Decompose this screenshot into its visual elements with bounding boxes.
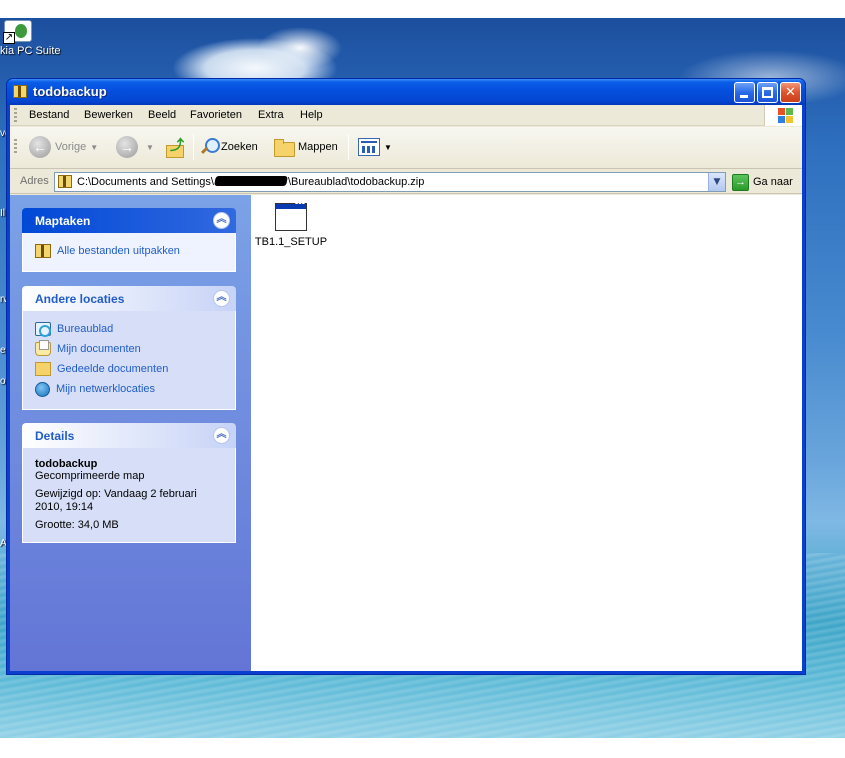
desktop-shortcut-label: kia PC Suite (0, 45, 61, 57)
views-button[interactable]: ▼ (358, 134, 392, 160)
panel-details: Details ︽ todobackup Gecomprimeerde map … (22, 423, 236, 543)
chevron-down-icon: ▼ (146, 142, 154, 152)
standard-toolbar: ← Vorige ▼ → ▼ Zoeken Mappen (10, 127, 802, 169)
panel-other-places: Andere locaties ︽ Bureaublad Mijn docume… (22, 286, 236, 410)
menu-favorieten[interactable]: Favorieten (190, 109, 242, 121)
address-dropdown-button[interactable]: ▼ (708, 173, 725, 191)
go-arrow-icon: → (732, 173, 749, 191)
file-item[interactable]: TB1.1_SETUP (251, 200, 331, 248)
panel-header-details[interactable]: Details ︽ (22, 423, 236, 448)
panel-body: Bureaublad Mijn documenten Gedeelde docu… (22, 311, 236, 410)
back-arrow-icon: ← (29, 136, 51, 158)
panel-title: Andere locaties (35, 292, 125, 306)
details-modified: Gewijzigd op: Vandaag 2 februari 2010, 1… (35, 488, 197, 513)
search-button[interactable]: Zoeken (200, 134, 258, 160)
collapse-chevron-icon[interactable]: ︽ (213, 290, 230, 307)
address-path-start: C:\Documents and Settings\ (77, 176, 214, 188)
details-name: todobackup (35, 458, 98, 470)
panel-maptaken: Maptaken ︽ Alle bestanden uitpakken (22, 208, 236, 272)
forward-button[interactable]: → ▼ (116, 134, 154, 160)
toolbar-separator (348, 134, 349, 160)
desktop-edge-label: Il (0, 208, 5, 219)
place-shared-documents[interactable]: Gedeelde documenten (35, 359, 223, 379)
details-type: Gecomprimeerde map (35, 470, 145, 482)
window-title: todobackup (33, 84, 107, 99)
file-list-pane[interactable]: TB1.1_SETUP (251, 195, 802, 671)
panel-header-other-places[interactable]: Andere locaties ︽ (22, 286, 236, 311)
window-client-area: Bestand Bewerken Beeld Favorieten Extra … (10, 105, 802, 671)
minimize-icon (740, 95, 748, 98)
details-size: Grootte: 34,0 MB (35, 519, 119, 531)
up-folder-button[interactable] (165, 134, 185, 160)
place-label: Bureaublad (57, 323, 114, 335)
windows-logo-icon (764, 105, 802, 126)
zip-folder-icon (13, 85, 27, 98)
back-label: Vorige (55, 141, 87, 153)
address-bar: Adres C:\Documents and Settings\ \Bureaub… (10, 170, 802, 194)
place-desktop[interactable]: Bureaublad (35, 319, 223, 339)
back-button[interactable]: ← Vorige ▼ (29, 134, 98, 160)
close-button[interactable]: ✕ (780, 82, 801, 103)
toolbar-grip[interactable] (14, 108, 17, 123)
zip-folder-icon (35, 244, 51, 258)
menu-bar: Bestand Bewerken Beeld Favorieten Extra … (10, 105, 802, 126)
search-label: Zoeken (221, 141, 258, 153)
folders-label: Mappen (298, 141, 338, 153)
panel-body: todobackup Gecomprimeerde map Gewijzigd … (22, 448, 236, 543)
menu-help[interactable]: Help (300, 109, 323, 121)
address-path: C:\Documents and Settings\ \Bureaublad\to… (77, 176, 424, 188)
search-icon (200, 138, 220, 156)
address-label: Adres (20, 175, 49, 187)
chevron-down-icon: ▼ (384, 142, 392, 152)
folder-icon (35, 362, 51, 376)
task-extract-all[interactable]: Alle bestanden uitpakken (35, 241, 223, 261)
network-globe-icon (35, 381, 50, 397)
collapse-chevron-icon[interactable]: ︽ (213, 427, 230, 444)
desktop-icon (35, 322, 51, 337)
zip-folder-icon (58, 175, 72, 188)
my-documents-icon (35, 340, 51, 356)
toolbar-grip[interactable] (14, 139, 17, 154)
place-my-documents[interactable]: Mijn documenten (35, 339, 223, 359)
place-label: Mijn documenten (57, 343, 141, 355)
toolbar-separator (193, 134, 194, 160)
redacted-username (214, 176, 288, 186)
pc-suite-icon (3, 20, 32, 44)
menu-extra[interactable]: Extra (258, 109, 284, 121)
views-icon (358, 138, 380, 156)
go-label: Ga naar (753, 176, 793, 188)
maximize-button[interactable] (757, 82, 778, 103)
folders-icon (274, 139, 295, 157)
collapse-chevron-icon[interactable]: ︽ (213, 212, 230, 229)
maximize-icon (762, 87, 773, 98)
panel-header-maptaken[interactable]: Maptaken ︽ (22, 208, 236, 233)
place-label: Mijn netwerklocaties (56, 383, 156, 395)
desktop-edge-label: e (0, 345, 6, 356)
address-path-end: \Bureaublad\todobackup.zip (287, 176, 425, 188)
task-label: Alle bestanden uitpakken (57, 245, 180, 257)
minimize-button[interactable] (734, 82, 755, 103)
menu-beeld[interactable]: Beeld (148, 109, 176, 121)
file-name: TB1.1_SETUP (254, 236, 328, 248)
panel-title: Maptaken (35, 214, 91, 228)
forward-arrow-icon: → (116, 136, 138, 158)
menu-bewerken[interactable]: Bewerken (84, 109, 133, 121)
place-network-places[interactable]: Mijn netwerklocaties (35, 379, 223, 399)
desktop-edge-label: o (0, 376, 6, 387)
address-field[interactable]: C:\Documents and Settings\ \Bureaublad\to… (54, 172, 726, 192)
menu-bestand[interactable]: Bestand (29, 109, 69, 121)
panel-title: Details (35, 429, 75, 443)
folders-button[interactable]: Mappen (274, 134, 338, 160)
panel-body: Alle bestanden uitpakken (22, 233, 236, 272)
place-label: Gedeelde documenten (57, 363, 169, 375)
task-pane: Maptaken ︽ Alle bestanden uitpakken Ande… (10, 195, 251, 671)
explorer-window: todobackup ✕ Bestand Bewerken Beeld Favo… (6, 78, 806, 675)
up-folder-icon (165, 135, 185, 158)
chevron-down-icon: ▼ (90, 142, 99, 152)
application-window-icon (275, 200, 307, 231)
go-button[interactable]: → Ga naar (732, 173, 793, 191)
title-bar[interactable]: todobackup ✕ (7, 79, 805, 105)
